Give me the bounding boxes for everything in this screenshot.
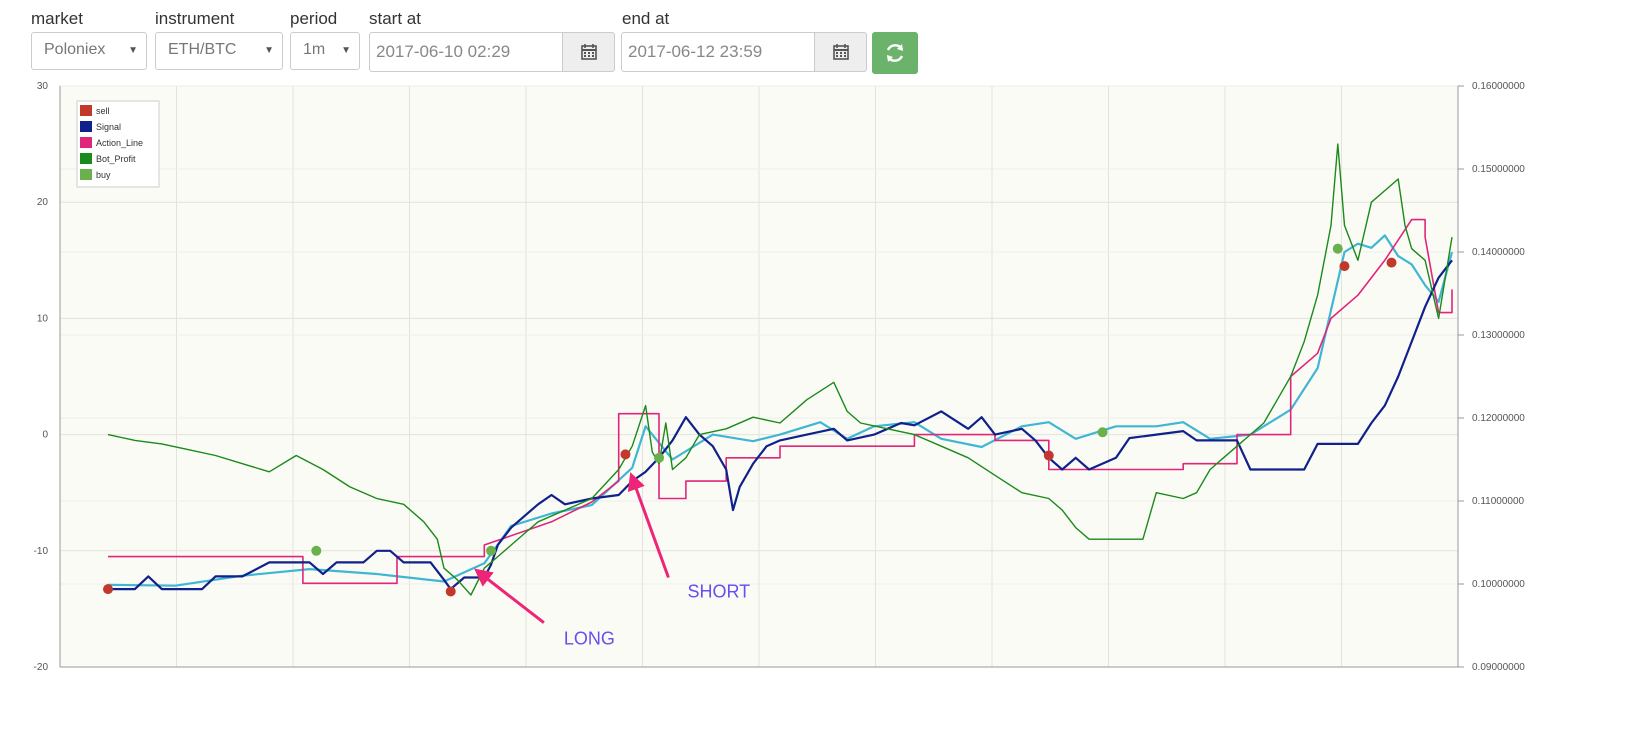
left-axis-tick-label: 30: [37, 81, 49, 92]
left-axis-tick-label: 0: [42, 430, 48, 441]
right-axis-tick-label: 0.13000000: [1472, 330, 1525, 341]
annotation-label: SHORT: [687, 581, 750, 601]
legend-label: sell: [96, 106, 110, 116]
legend-label: Action_Line: [96, 138, 143, 148]
legend-swatch: [80, 153, 92, 164]
legend-swatch: [80, 121, 92, 132]
sell-marker: [620, 449, 631, 460]
left-axis-tick-label: -20: [34, 662, 49, 673]
legend-swatch: [80, 169, 92, 180]
legend-label: buy: [96, 170, 111, 180]
buy-marker: [1332, 243, 1343, 254]
left-axis-tick-label: 20: [37, 197, 49, 208]
right-axis-tick-label: 0.12000000: [1472, 413, 1525, 424]
sell-marker: [1043, 450, 1054, 461]
right-axis-tick-label: 0.15000000: [1472, 164, 1525, 175]
sell-marker: [1386, 257, 1397, 268]
buy-marker: [1097, 427, 1108, 438]
sell-marker: [445, 586, 456, 597]
right-axis-tick-label: 0.11000000: [1472, 496, 1525, 507]
right-axis-tick-label: 0.10000000: [1472, 579, 1525, 590]
legend: sell Signal Action_Line Bot_Profitbuy: [76, 100, 160, 188]
sell-marker: [1339, 261, 1350, 272]
right-axis-tick-label: 0.09000000: [1472, 662, 1525, 673]
trading-chart: 30 20 10 0 -10 -20 0.16000000 0.15000000 0.14000…: [34, 81, 1526, 673]
left-axis-tick-label: -10: [34, 546, 49, 557]
legend-swatch: [80, 137, 92, 148]
buy-marker: [486, 545, 497, 556]
buy-marker: [311, 545, 322, 556]
right-axis-tick-label: 0.16000000: [1472, 81, 1525, 92]
legend-label: Signal: [96, 122, 121, 132]
legend-swatch: [80, 105, 92, 116]
legend-label: Bot_Profit: [96, 154, 136, 164]
right-axis-tick-label: 0.14000000: [1472, 247, 1525, 258]
annotation-label: LONG: [564, 629, 615, 649]
sell-marker: [103, 584, 113, 595]
left-axis-tick-label: 10: [37, 313, 49, 324]
buy-marker: [654, 452, 665, 463]
